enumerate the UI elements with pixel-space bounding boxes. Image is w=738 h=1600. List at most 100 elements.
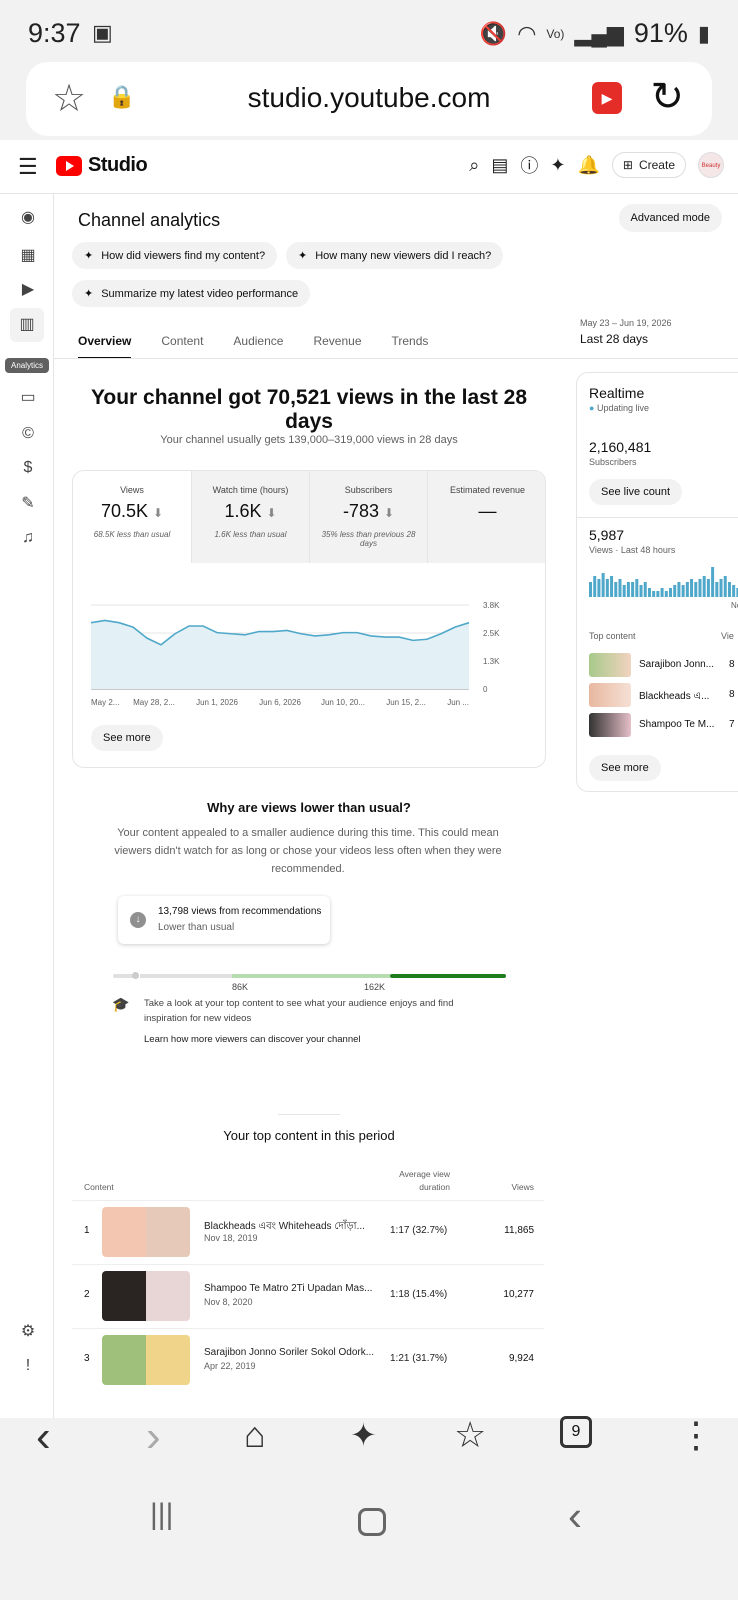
analytics-tooltip: Analytics	[5, 358, 50, 373]
realtime-see-more-button[interactable]: See more	[589, 755, 661, 781]
realtime-bar	[618, 579, 622, 597]
sidebar: ◉ ▦ ▶ ▥ Analytics ▭ © $ ✎ ♫ ⚙ !	[0, 194, 54, 1418]
row-avg-duration: 1:18 (15.4%)	[390, 1289, 448, 1300]
col-content-header: Content	[84, 1182, 114, 1192]
realtime-bar	[601, 573, 605, 597]
android-back-icon[interactable]: ‹	[568, 1492, 582, 1540]
dashboard-icon[interactable]: ▦	[16, 244, 40, 268]
recommendations-card: ↓ 13,798 views from recommendations Lowe…	[118, 896, 330, 944]
realtime-bar	[605, 579, 609, 597]
tab-overview[interactable]: Overview	[78, 334, 132, 359]
metric-subscribers[interactable]: Subscribers -783 ⬇ 35% less than previou…	[309, 471, 427, 563]
views-headline: Your channel got 70,521 views in the las…	[90, 386, 528, 433]
table-row[interactable]: 2 Shampoo Te Matro 2Ti Upadan Mas... Nov…	[72, 1264, 544, 1326]
sparkle-icon[interactable]: ✦	[350, 1416, 377, 1454]
realtime-bar	[643, 582, 647, 597]
studio-topbar: ☰ Studio ⌕ ▤ ⓘ ✦ 🔔 ⊞ Create Beauty	[0, 140, 738, 194]
realtime-bar	[652, 591, 656, 597]
content-icon[interactable]: ▶	[16, 278, 40, 302]
tab-content[interactable]: Content	[161, 334, 203, 359]
row-views: 11,865	[504, 1225, 534, 1236]
realtime-views-col: Vie	[721, 631, 734, 641]
col-views-header: Views	[511, 1182, 534, 1192]
create-button[interactable]: ⊞ Create	[611, 152, 686, 178]
row-date: Nov 18, 2019	[204, 1233, 258, 1243]
chip-new-viewers[interactable]: ✦ How many new viewers did I reach?	[286, 242, 504, 269]
school-hat-icon: 🎓	[112, 996, 130, 1012]
row-rank: 3	[84, 1353, 90, 1364]
notifications-bell-icon[interactable]: 🔔	[577, 155, 599, 176]
table-row[interactable]: 3 Sarajibon Jonno Soriler Sokol Odork...…	[72, 1328, 544, 1390]
back-icon[interactable]: ‹	[36, 1412, 51, 1462]
table-row[interactable]: 1 Blackheads এবং Whiteheads দোঁড়া... No…	[72, 1200, 544, 1262]
tip-text: Take a look at your top content to see w…	[144, 998, 454, 1024]
reco-value: 13,798 views from recommendations	[158, 906, 322, 917]
android-home-icon[interactable]	[358, 1508, 386, 1536]
comments-icon[interactable]: ▤	[491, 155, 508, 176]
realtime-card: Realtime ● Updating live 2,160,481 Subsc…	[576, 372, 738, 792]
copyright-icon[interactable]: ©	[16, 422, 40, 446]
recent-apps-icon[interactable]: |||	[150, 1498, 173, 1532]
realtime-bar	[610, 576, 614, 597]
realtime-bar	[622, 585, 626, 597]
earn-icon[interactable]: $	[16, 456, 40, 480]
subtitles-icon[interactable]: ▭	[16, 386, 40, 410]
feedback-icon[interactable]: !	[16, 1354, 40, 1378]
realtime-bar	[589, 582, 593, 597]
tabs-switcher-icon[interactable]: 9	[560, 1416, 592, 1448]
see-live-count-button[interactable]: See live count	[589, 479, 683, 505]
tab-trends[interactable]: Trends	[392, 334, 429, 359]
chip-summarize[interactable]: ✦ Summarize my latest video performance	[72, 280, 311, 307]
advanced-mode-button[interactable]: Advanced mode	[618, 204, 722, 232]
search-icon[interactable]: ⌕	[469, 155, 479, 176]
reco-note: Lower than usual	[158, 922, 235, 933]
video-thumbnail	[102, 1207, 190, 1257]
x-tick-label: May 2...	[91, 698, 119, 707]
realtime-item-views: 8	[729, 659, 735, 670]
realtime-item-title: Shampoo Te M...	[639, 719, 715, 730]
help-icon[interactable]: ⓘ	[520, 152, 538, 178]
realtime-bar	[631, 582, 635, 597]
battery-icon: ▮	[697, 20, 710, 46]
avatar[interactable]: Beauty	[698, 152, 724, 178]
analytics-icon[interactable]: ▥	[10, 308, 44, 342]
bookmarks-icon[interactable]: ☆	[454, 1414, 486, 1456]
browser-url-bar[interactable]: ☆ 🔒 studio.youtube.com ▶ ↻	[26, 62, 712, 136]
row-date: Apr 22, 2019	[204, 1361, 256, 1371]
metric-watch-time[interactable]: Watch time (hours) 1.6K ⬇ 1.6K less than…	[191, 471, 309, 563]
realtime-subscribers-label: Subscribers	[589, 457, 637, 467]
studio-logo[interactable]: Studio	[56, 154, 148, 177]
more-menu-icon[interactable]: ⋮	[678, 1414, 714, 1456]
tab-audience[interactable]: Audience	[233, 334, 283, 359]
learn-more-link[interactable]: Learn how more viewers can discover your…	[144, 1034, 361, 1045]
metric-views[interactable]: Views 70.5K ⬇ 68.5K less than usual	[73, 471, 191, 563]
forward-icon[interactable]: ›	[146, 1412, 161, 1462]
realtime-status-text: Updating live	[596, 403, 649, 413]
channel-avatar-icon[interactable]: ◉	[16, 206, 40, 230]
down-arrow-icon: ⬇	[383, 506, 395, 520]
youtube-create-icon[interactable]: ▶	[592, 82, 622, 114]
video-thumbnail	[102, 1271, 190, 1321]
reload-icon[interactable]: ↻	[650, 74, 684, 120]
settings-gear-icon[interactable]: ⚙	[16, 1320, 40, 1344]
realtime-bar-chart	[589, 567, 738, 597]
col-avg-header: Average view duration	[399, 1169, 450, 1192]
see-more-button[interactable]: See more	[91, 725, 163, 751]
realtime-bar	[597, 579, 601, 597]
x-tick-label: Jun 6, 2026	[259, 698, 301, 707]
x-tick-label: May 28, 2...	[133, 698, 175, 707]
chip-find-content[interactable]: ✦ How did viewers find my content?	[72, 242, 278, 269]
range-low	[140, 974, 232, 978]
realtime-bar	[706, 579, 710, 597]
tab-revenue[interactable]: Revenue	[313, 334, 361, 359]
home-icon[interactable]: ⌂	[244, 1414, 266, 1456]
metric-revenue[interactable]: Estimated revenue —	[427, 471, 545, 563]
sparkle-icon[interactable]: ✦	[550, 155, 565, 176]
realtime-bar	[635, 579, 639, 597]
realtime-bar	[727, 582, 731, 597]
date-range-picker[interactable]: May 23 – Jun 19, 2026 Last 28 days	[580, 318, 672, 346]
customization-icon[interactable]: ✎	[16, 492, 40, 516]
x-tick-label: Jun ...	[447, 698, 469, 707]
audio-library-icon[interactable]: ♫	[16, 526, 40, 550]
hamburger-menu-icon[interactable]: ☰	[18, 154, 38, 180]
